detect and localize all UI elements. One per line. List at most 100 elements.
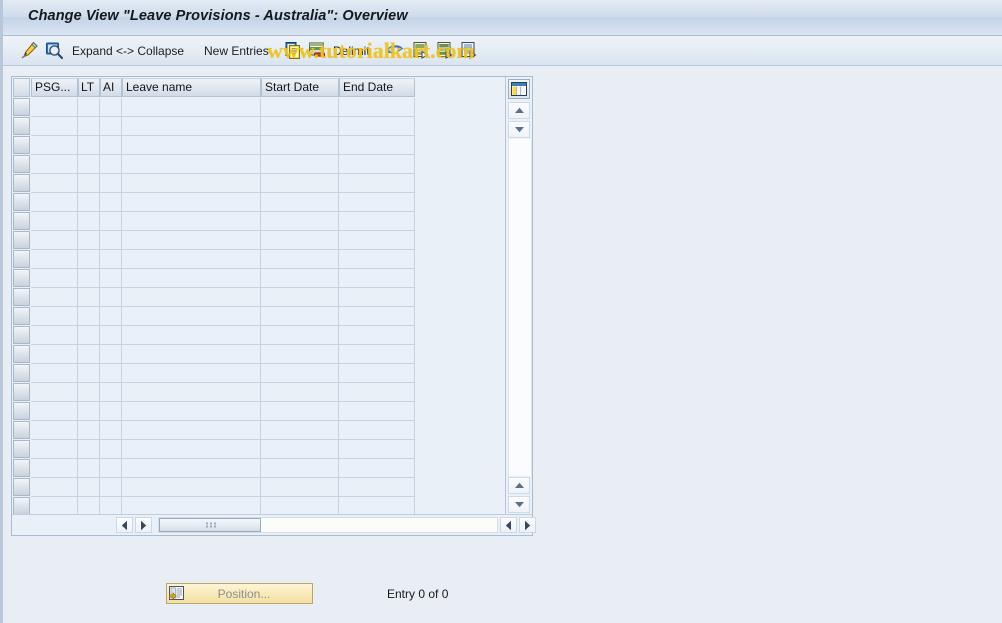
toolbar-expand-collapse-button[interactable]: Expand <-> Collapse xyxy=(72,40,184,62)
table-cell-psgroup[interactable] xyxy=(31,193,78,212)
table-row[interactable] xyxy=(12,155,507,174)
table-cell-accrual-indicator[interactable] xyxy=(100,364,122,383)
table-cell-accrual-indicator[interactable] xyxy=(100,478,122,497)
column-header-start-date[interactable]: Start Date xyxy=(261,78,339,97)
table-cell-psgroup[interactable] xyxy=(31,117,78,136)
table-cell-start-date[interactable] xyxy=(261,421,339,440)
table-cell-end-date[interactable] xyxy=(339,174,415,193)
row-selector-button[interactable] xyxy=(13,497,30,515)
table-cell-end-date[interactable] xyxy=(339,155,415,174)
table-row[interactable] xyxy=(12,98,507,117)
table-cell-end-date[interactable] xyxy=(339,117,415,136)
table-cell-end-date[interactable] xyxy=(339,497,415,515)
table-cell-accrual-indicator[interactable] xyxy=(100,288,122,307)
table-row[interactable] xyxy=(12,440,507,459)
table-cell-leave-name[interactable] xyxy=(122,269,261,288)
table-cell-leave-name[interactable] xyxy=(122,383,261,402)
table-cell-psgroup[interactable] xyxy=(31,307,78,326)
table-row[interactable] xyxy=(12,117,507,136)
table-cell-accrual-indicator[interactable] xyxy=(100,497,122,515)
scroll-right-button[interactable] xyxy=(135,517,152,533)
table-cell-psgroup[interactable] xyxy=(31,383,78,402)
horizontal-scrollbar-thumb[interactable] xyxy=(159,518,261,532)
table-cell-leave-type[interactable] xyxy=(78,440,100,459)
row-selector-button[interactable] xyxy=(13,212,30,230)
table-cell-start-date[interactable] xyxy=(261,478,339,497)
table-cell-end-date[interactable] xyxy=(339,231,415,250)
table-cell-start-date[interactable] xyxy=(261,326,339,345)
row-selector-button[interactable] xyxy=(13,174,30,192)
table-cell-psgroup[interactable] xyxy=(31,497,78,515)
table-cell-accrual-indicator[interactable] xyxy=(100,269,122,288)
column-header-accrual-indicator[interactable]: AI xyxy=(100,78,122,97)
table-cell-end-date[interactable] xyxy=(339,364,415,383)
table-cell-accrual-indicator[interactable] xyxy=(100,136,122,155)
table-cell-end-date[interactable] xyxy=(339,250,415,269)
table-cell-start-date[interactable] xyxy=(261,193,339,212)
table-cell-leave-name[interactable] xyxy=(122,459,261,478)
row-selector-button[interactable] xyxy=(13,421,30,439)
table-cell-leave-type[interactable] xyxy=(78,136,100,155)
row-selector-button[interactable] xyxy=(13,136,30,154)
table-cell-psgroup[interactable] xyxy=(31,174,78,193)
table-row[interactable] xyxy=(12,307,507,326)
table-cell-leave-type[interactable] xyxy=(78,98,100,117)
table-cell-start-date[interactable] xyxy=(261,269,339,288)
table-cell-leave-type[interactable] xyxy=(78,174,100,193)
table-cell-leave-name[interactable] xyxy=(122,478,261,497)
toolbar-undo-button[interactable] xyxy=(385,40,405,62)
vertical-scrollbar-track[interactable] xyxy=(508,139,532,476)
table-cell-end-date[interactable] xyxy=(339,345,415,364)
table-cell-start-date[interactable] xyxy=(261,345,339,364)
table-row[interactable] xyxy=(12,231,507,250)
table-cell-accrual-indicator[interactable] xyxy=(100,231,122,250)
row-selector-button[interactable] xyxy=(13,440,30,458)
table-cell-start-date[interactable] xyxy=(261,250,339,269)
toolbar-copy-button[interactable] xyxy=(283,40,303,62)
table-row[interactable] xyxy=(12,383,507,402)
table-cell-psgroup[interactable] xyxy=(31,345,78,364)
row-selector-button[interactable] xyxy=(13,288,30,306)
column-header-psgroup[interactable]: PSG... xyxy=(31,78,78,97)
table-cell-leave-type[interactable] xyxy=(78,497,100,515)
table-cell-accrual-indicator[interactable] xyxy=(100,117,122,136)
table-cell-start-date[interactable] xyxy=(261,174,339,193)
table-cell-end-date[interactable] xyxy=(339,383,415,402)
position-button[interactable]: Position... xyxy=(166,583,313,604)
table-row[interactable] xyxy=(12,250,507,269)
toolbar-new-entries-button[interactable]: New Entries xyxy=(204,40,269,62)
row-selector-button[interactable] xyxy=(13,307,30,325)
row-selector-button[interactable] xyxy=(13,326,30,344)
table-cell-end-date[interactable] xyxy=(339,402,415,421)
row-selector-button[interactable] xyxy=(13,459,30,477)
table-cell-psgroup[interactable] xyxy=(31,269,78,288)
table-cell-leave-name[interactable] xyxy=(122,307,261,326)
table-cell-leave-type[interactable] xyxy=(78,288,100,307)
table-cell-accrual-indicator[interactable] xyxy=(100,250,122,269)
table-cell-leave-type[interactable] xyxy=(78,269,100,288)
table-cell-end-date[interactable] xyxy=(339,212,415,231)
table-cell-leave-type[interactable] xyxy=(78,345,100,364)
scroll-up-button-bottom[interactable] xyxy=(508,477,530,494)
table-cell-start-date[interactable] xyxy=(261,459,339,478)
table-cell-accrual-indicator[interactable] xyxy=(100,212,122,231)
table-cell-psgroup[interactable] xyxy=(31,250,78,269)
table-cell-psgroup[interactable] xyxy=(31,421,78,440)
table-cell-leave-type[interactable] xyxy=(78,193,100,212)
table-row[interactable] xyxy=(12,345,507,364)
table-cell-psgroup[interactable] xyxy=(31,136,78,155)
table-cell-start-date[interactable] xyxy=(261,364,339,383)
table-cell-accrual-indicator[interactable] xyxy=(100,155,122,174)
table-cell-start-date[interactable] xyxy=(261,117,339,136)
table-cell-accrual-indicator[interactable] xyxy=(100,440,122,459)
row-selector-button[interactable] xyxy=(13,402,30,420)
table-cell-end-date[interactable] xyxy=(339,440,415,459)
table-cell-accrual-indicator[interactable] xyxy=(100,326,122,345)
table-cell-leave-type[interactable] xyxy=(78,155,100,174)
table-cell-end-date[interactable] xyxy=(339,193,415,212)
table-cell-start-date[interactable] xyxy=(261,212,339,231)
table-cell-leave-name[interactable] xyxy=(122,440,261,459)
table-cell-end-date[interactable] xyxy=(339,307,415,326)
row-selector-button[interactable] xyxy=(13,155,30,173)
table-cell-end-date[interactable] xyxy=(339,459,415,478)
